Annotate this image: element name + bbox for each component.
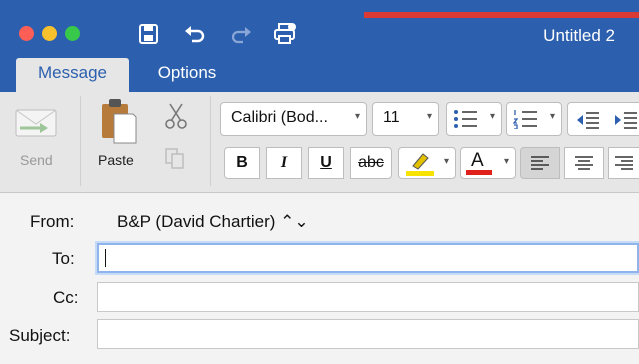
from-label: From: [30,212,75,231]
title-accent-line [364,12,639,18]
font-color-button[interactable]: A ▾ [460,147,516,179]
ribbon-separator [80,96,81,186]
minimize-window-button[interactable] [42,26,57,41]
close-window-button[interactable] [19,26,34,41]
font-family-select[interactable]: Calibri (Bod... ▾ [220,102,367,136]
italic-button[interactable]: I [266,147,302,179]
send-button[interactable]: Send [20,152,53,168]
tab-options[interactable]: Options [142,58,232,92]
font-size-value: 11 [383,109,400,126]
increase-indent-icon[interactable] [614,110,638,130]
align-center-button[interactable] [564,147,604,179]
text-cursor [105,249,106,267]
align-left-icon [531,156,549,170]
highlighter-icon [406,153,434,176]
bullets-button[interactable]: ▾ [446,102,502,136]
cut-icon[interactable] [164,102,188,135]
chevron-down-icon: ▾ [443,156,449,167]
subject-label: Subject: [9,326,71,345]
align-center-icon [575,156,593,170]
maximize-window-button[interactable] [65,26,80,41]
subject-field[interactable] [97,319,639,349]
to-label: To: [52,249,75,268]
font-color-swatch [466,170,492,175]
chevron-down-icon: ▾ [426,111,432,122]
chevron-down-icon: ▾ [489,111,495,122]
send-icon[interactable] [14,104,60,149]
align-left-button[interactable] [520,147,560,179]
tab-message[interactable]: Message [16,58,129,92]
chevron-down-icon: ▾ [503,156,509,167]
title-bar: Untitled 2 [0,0,639,58]
font-size-select[interactable]: 11 ▾ [372,102,439,136]
chevron-down-icon: ▾ [354,111,360,122]
decrease-indent-icon[interactable] [576,110,600,130]
cc-field[interactable] [97,282,639,312]
window-title: Untitled 2 [543,26,615,45]
save-icon[interactable] [137,23,161,45]
ribbon-separator [210,96,211,186]
cc-label: Cc: [53,288,79,307]
align-right-button[interactable] [608,147,639,179]
from-account-select[interactable]: B&P (David Chartier) ⌃⌄ [117,212,309,232]
undo-icon[interactable] [183,23,207,45]
align-right-icon [615,156,633,170]
bold-button[interactable]: B [224,147,260,179]
copy-icon[interactable] [164,147,186,176]
underline-button[interactable]: U [308,147,344,179]
font-family-value: Calibri (Bod... [231,109,328,126]
font-color-letter: A [471,150,484,171]
numbering-icon [513,110,537,129]
bullets-icon [454,110,477,128]
highlight-button[interactable]: ▾ [398,147,456,179]
numbering-button[interactable]: ▾ [506,102,562,136]
paste-button[interactable]: Paste [98,152,134,168]
to-field[interactable] [97,243,639,273]
paste-icon[interactable] [100,96,138,151]
chevron-down-icon: ▾ [549,111,555,122]
redo-icon[interactable] [229,23,253,45]
indent-group [567,102,639,136]
strikethrough-button[interactable]: abc [350,147,392,179]
print-icon[interactable] [273,23,297,45]
